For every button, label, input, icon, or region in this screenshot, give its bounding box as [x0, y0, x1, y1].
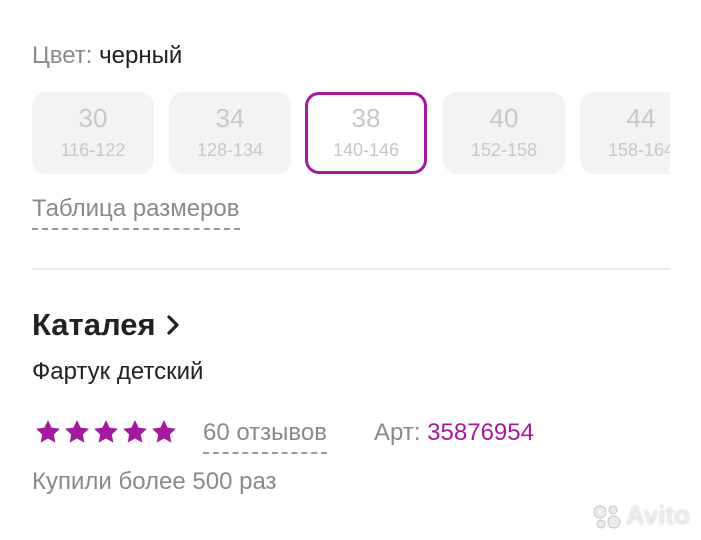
size-range: 140-146: [332, 140, 400, 160]
color-row: Цвет: черный: [32, 40, 182, 72]
avito-watermark: Avito: [592, 500, 690, 531]
article-number: Арт: 35876954: [374, 418, 534, 448]
product-title: Фартук детский: [32, 358, 204, 385]
reviews-link[interactable]: 60 отзывов: [203, 418, 328, 454]
color-label: Цвет:: [32, 42, 93, 69]
size-number: 40: [489, 103, 519, 133]
brand-name: Каталея: [32, 307, 156, 342]
size-range: 128-134: [196, 140, 264, 160]
star-icon: [123, 420, 147, 443]
star-icon: [94, 420, 118, 443]
avito-logo-icon: [593, 505, 621, 529]
star-icon: [152, 420, 176, 443]
size-range: 152-158: [470, 140, 538, 160]
watermark-text: Avito: [626, 500, 691, 530]
color-value: черный: [99, 42, 183, 69]
size-option-34[interactable]: 34 128-134: [169, 92, 291, 174]
size-number: 38: [351, 103, 381, 133]
rating-stars: [34, 418, 179, 448]
size-number: 30: [78, 103, 108, 133]
chevron-right-icon: [166, 315, 179, 335]
size-selector: 30 116-122 34 128-134 38 140-146 40 152-…: [32, 92, 670, 174]
size-option-44[interactable]: 44 158-164: [580, 92, 670, 174]
size-option-40[interactable]: 40 152-158: [443, 92, 565, 174]
divider: [32, 268, 670, 270]
size-range: 158-164: [607, 140, 670, 160]
star-icon: [36, 420, 60, 443]
size-option-38-selected[interactable]: 38 140-146: [305, 92, 427, 174]
article-value[interactable]: 35876954: [427, 419, 534, 446]
size-number: 34: [215, 103, 245, 133]
star-icon: [65, 420, 89, 443]
brand-link[interactable]: Каталея: [32, 306, 180, 344]
size-option-30[interactable]: 30 116-122: [32, 92, 154, 174]
article-label: Арт:: [374, 419, 421, 446]
size-number: 44: [626, 103, 656, 133]
size-table-link[interactable]: Таблица размеров: [32, 194, 240, 230]
purchase-count: Купили более 500 раз: [32, 468, 277, 495]
size-range: 116-122: [60, 140, 126, 160]
